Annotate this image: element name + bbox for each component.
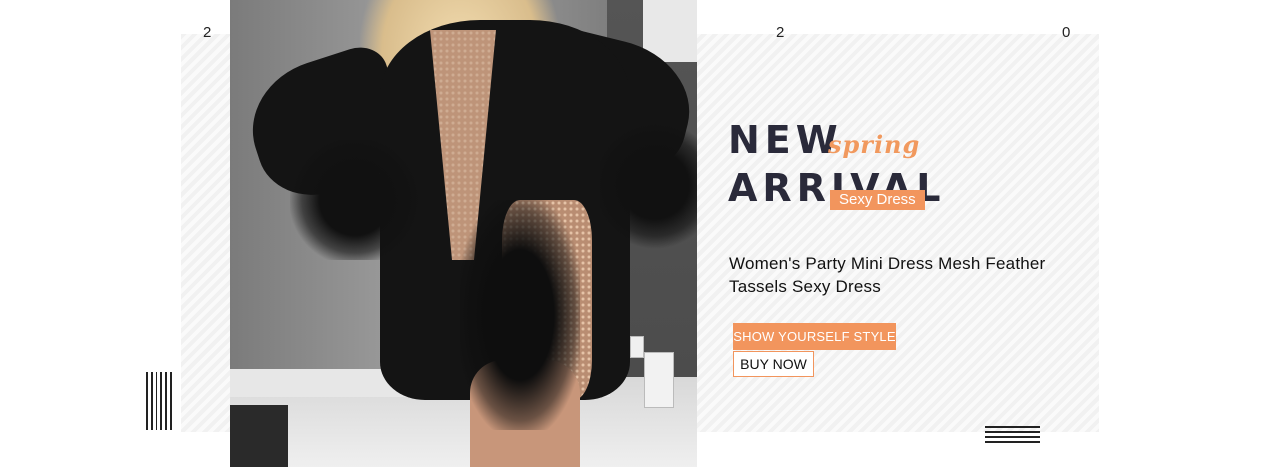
vertical-bars-decoration-icon — [146, 372, 172, 430]
photo-socket — [644, 352, 674, 408]
headline-block: NEW spring ARRIVAL Sexy Dress — [728, 118, 1048, 218]
photo-right-feather-cuff — [600, 120, 697, 250]
photo-dark-box — [230, 405, 288, 467]
horizontal-bars-decoration-icon — [985, 426, 1040, 448]
photo-feather-trim — [460, 200, 580, 430]
headline-spring: spring — [828, 130, 921, 159]
category-badge: Sexy Dress — [830, 190, 925, 210]
show-yourself-style-button[interactable]: SHOW YOURSELF STYLE — [733, 323, 896, 350]
photo-switch — [630, 336, 644, 358]
product-subtitle: Women's Party Mini Dress Mesh Feather Ta… — [729, 254, 1046, 296]
deco-digit-1: 2 — [203, 24, 212, 41]
headline-new: NEW — [728, 118, 843, 162]
product-model-photo[interactable] — [230, 0, 697, 467]
photo-left-feather-cuff — [290, 140, 420, 260]
deco-digit-3: 2 — [776, 24, 785, 41]
buy-now-button[interactable]: BUY NOW — [733, 351, 814, 377]
deco-digit-4: 0 — [1062, 24, 1071, 41]
